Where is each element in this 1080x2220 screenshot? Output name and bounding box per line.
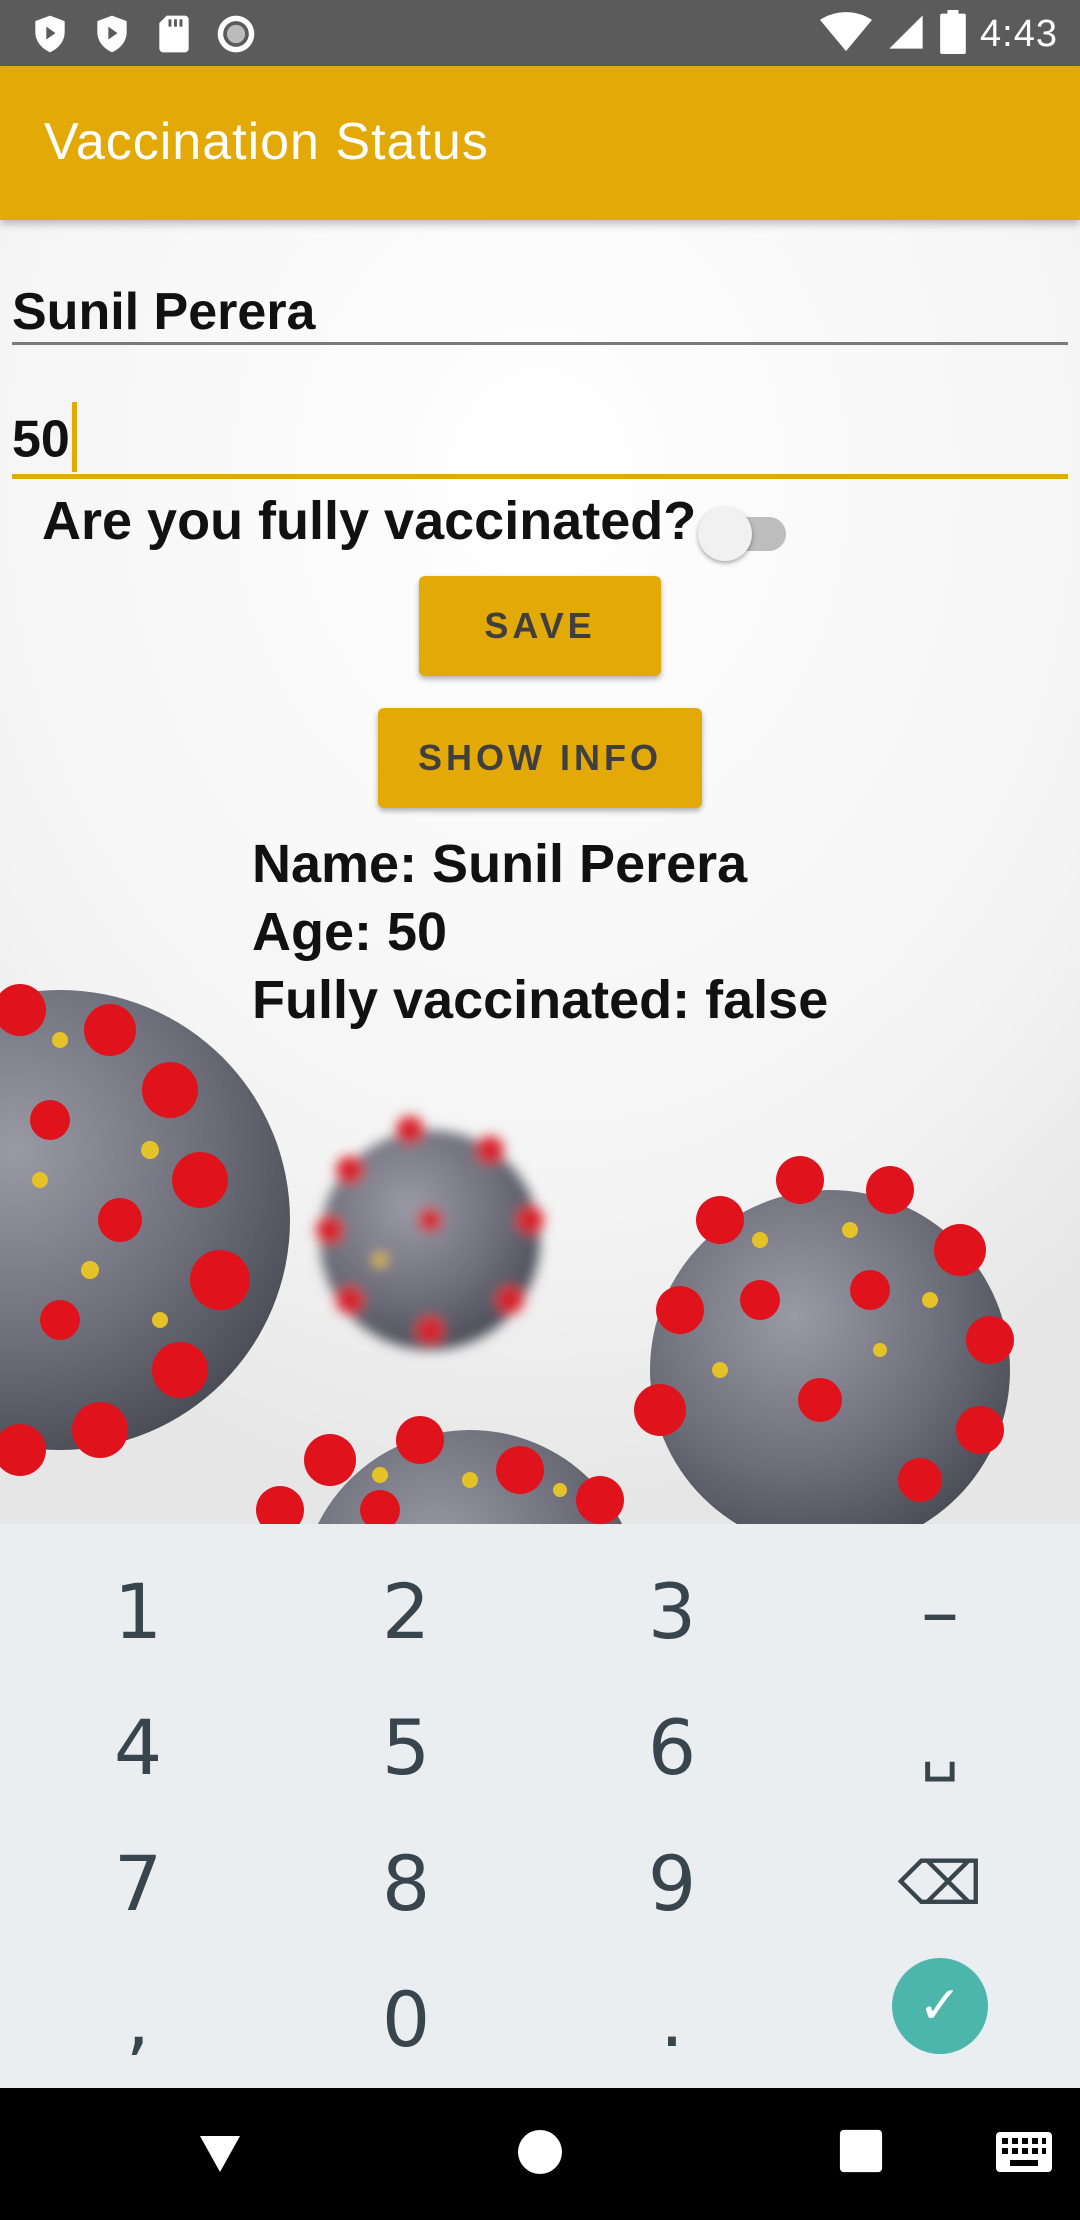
info-age-line: Age: 50 <box>252 902 448 962</box>
show-info-button[interactable]: SHOW INFO <box>378 708 702 808</box>
home-icon[interactable] <box>516 2128 564 2181</box>
key-3[interactable]: 3 <box>538 1544 806 1679</box>
signal-icon <box>886 10 926 59</box>
age-field[interactable]: 50 <box>12 378 1068 479</box>
key-6[interactable]: 6 <box>538 1680 806 1815</box>
key-5[interactable]: 5 <box>272 1680 540 1815</box>
done-key[interactable]: ✓ <box>892 1958 988 2054</box>
name-field[interactable]: Sunil Perera <box>12 252 1068 345</box>
wifi-icon <box>820 10 873 59</box>
backspace-key[interactable]: ⌫ <box>806 1816 1074 1951</box>
key-9[interactable]: 9 <box>538 1816 806 1951</box>
play-protect-icon <box>90 12 134 61</box>
key-period[interactable]: . <box>538 1952 806 2087</box>
vaccinated-toggle[interactable] <box>698 499 790 561</box>
main-content: Sunil Perera 50 Are you fully vaccinated… <box>0 220 1080 1524</box>
screen: 4:43 Vaccination Status Sunil Perera 50 … <box>0 0 1080 2220</box>
numeric-keyboard: 1 2 3 – 4 5 6 ␣ 7 8 9 ⌫ , 0 . ✓ <box>0 1524 1080 2088</box>
save-button[interactable]: SAVE <box>419 576 661 676</box>
battery-icon <box>940 10 966 59</box>
back-icon[interactable] <box>196 2128 244 2181</box>
app-title: Vaccination Status <box>44 113 489 171</box>
keyboard-icon[interactable] <box>996 2132 1052 2177</box>
key-0[interactable]: 0 <box>272 1952 540 2087</box>
checkmark-icon: ✓ <box>918 1976 962 2036</box>
sd-card-icon <box>152 12 196 61</box>
info-name-line: Name: Sunil Perera <box>252 834 748 894</box>
name-field-value: Sunil Perera <box>12 283 316 341</box>
age-field-value: 50 <box>12 410 70 469</box>
app-bar: Vaccination Status <box>0 66 1080 220</box>
record-icon <box>214 12 258 61</box>
key-4[interactable]: 4 <box>4 1680 272 1815</box>
key-2[interactable]: 2 <box>272 1544 540 1679</box>
info-output: Name: Sunil Perera Age: 50 Fully vaccina… <box>252 830 828 1034</box>
recents-icon[interactable] <box>838 2128 884 2179</box>
key-minus[interactable]: – <box>806 1544 1074 1679</box>
key-7[interactable]: 7 <box>4 1816 272 1951</box>
key-8[interactable]: 8 <box>272 1816 540 1951</box>
key-1[interactable]: 1 <box>4 1544 272 1679</box>
navigation-bar <box>0 2088 1080 2220</box>
status-bar: 4:43 <box>0 0 1080 66</box>
vaccinated-question-label: Are you fully vaccinated? <box>42 491 697 551</box>
info-vaccinated-line: Fully vaccinated: false <box>252 970 829 1030</box>
toggle-thumb <box>698 507 752 561</box>
shield-icon <box>28 12 72 61</box>
key-comma[interactable]: , <box>4 1952 272 2087</box>
text-cursor <box>71 402 77 472</box>
key-space[interactable]: ␣ <box>806 1680 1074 1815</box>
clock: 4:43 <box>980 13 1058 55</box>
